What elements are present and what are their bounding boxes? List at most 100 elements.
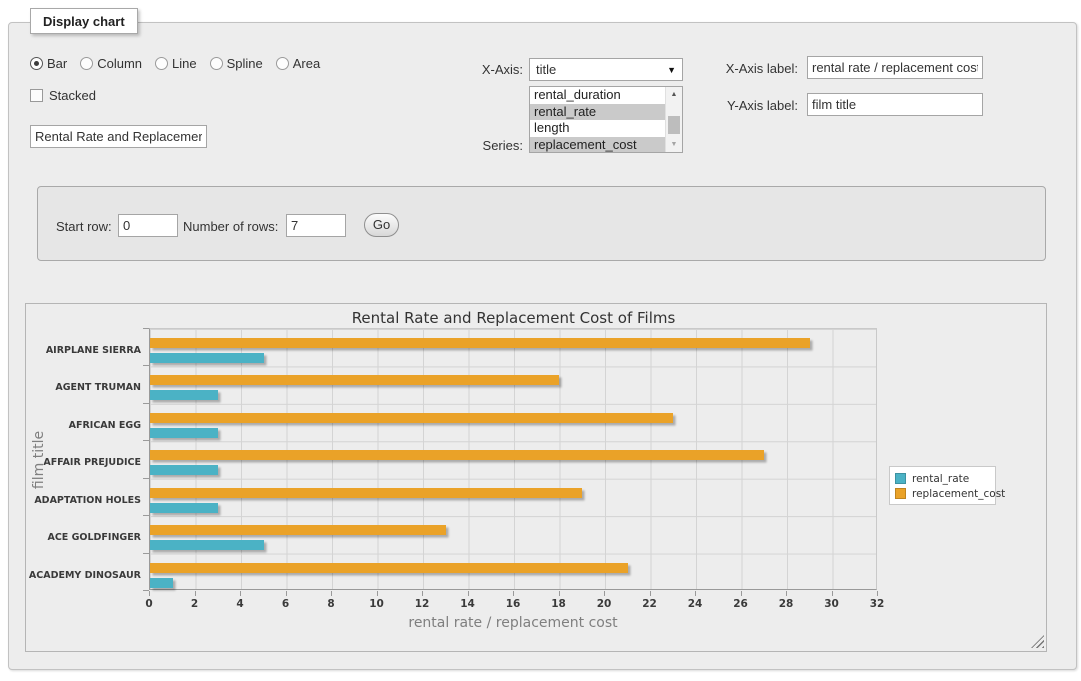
radio-icon[interactable] <box>155 57 168 70</box>
chart-type-option-spline[interactable]: Spline <box>210 56 263 71</box>
category-label: ADAPTATION HOLES <box>26 494 141 507</box>
plot-area <box>149 328 877 590</box>
category-label: AFFAIR PREJUDICE <box>26 456 141 469</box>
x-tick-mark <box>513 591 514 596</box>
number-of-rows-input[interactable] <box>286 214 346 237</box>
bar-rental_rate <box>150 465 218 475</box>
series-option-length[interactable]: length <box>530 120 666 137</box>
x-tick-mark <box>377 591 378 596</box>
bar-replacement_cost <box>150 525 446 535</box>
bar-rental_rate <box>150 390 218 400</box>
category-label: AFRICAN EGG <box>26 419 141 432</box>
x-axis-title: rental rate / replacement cost <box>149 615 877 631</box>
y-tick-mark <box>143 553 149 554</box>
series-option-rental_duration[interactable]: rental_duration <box>530 87 666 104</box>
x-tick-mark <box>422 591 423 596</box>
x-tick-label: 32 <box>857 598 897 610</box>
chart-title-input[interactable] <box>30 125 207 148</box>
bar-replacement_cost <box>150 375 559 385</box>
bar-rental_rate <box>150 503 218 513</box>
chart-type-label: Column <box>97 56 142 71</box>
x-tick-mark <box>741 591 742 596</box>
chart-type-option-bar[interactable]: Bar <box>30 56 67 71</box>
x-tick-label: 4 <box>220 598 260 610</box>
x-axis-select[interactable]: title ▼ <box>529 58 683 81</box>
x-tick-mark <box>286 591 287 596</box>
stacked-checkbox-row[interactable]: Stacked <box>30 88 96 103</box>
radio-icon[interactable] <box>210 57 223 70</box>
series-multiselect[interactable]: ▲ ▼ rental_durationrental_ratelengthrepl… <box>529 86 683 153</box>
scrollbar-thumb[interactable] <box>668 116 680 134</box>
chart-type-label: Bar <box>47 56 67 71</box>
chart-container: Rental Rate and Replacement Cost of Film… <box>25 303 1047 652</box>
go-button[interactable]: Go <box>364 213 399 237</box>
x-axis-label-input[interactable] <box>807 56 983 79</box>
legend-label: rental_rate <box>912 473 969 485</box>
y-tick-mark <box>143 478 149 479</box>
series-option-rental_rate[interactable]: rental_rate <box>530 104 666 121</box>
radio-icon[interactable] <box>30 57 43 70</box>
x-tick-label: 2 <box>175 598 215 610</box>
y-axis-label-field-label: Y-Axis label: <box>698 98 798 113</box>
chart-type-label: Line <box>172 56 197 71</box>
category-label: ACADEMY DINOSAUR <box>26 569 141 582</box>
start-row-input[interactable] <box>118 214 178 237</box>
x-tick-mark <box>468 591 469 596</box>
radio-icon[interactable] <box>80 57 93 70</box>
scroll-up-icon[interactable]: ▲ <box>666 87 682 102</box>
x-tick-mark <box>149 591 150 596</box>
legend-label: replacement_cost <box>912 488 1005 500</box>
x-tick-label: 22 <box>630 598 670 610</box>
x-tick-mark <box>832 591 833 596</box>
x-axis-label-field-label: X-Axis label: <box>698 61 798 76</box>
x-tick-label: 0 <box>129 598 169 610</box>
bar-rental_rate <box>150 428 218 438</box>
x-tick-label: 8 <box>311 598 351 610</box>
x-tick-mark <box>604 591 605 596</box>
display-chart-page: Display chart Bar Column Line Spline Area St… <box>0 0 1081 681</box>
legend-item: replacement_cost <box>895 486 991 501</box>
x-tick-mark <box>240 591 241 596</box>
x-tick-label: 30 <box>812 598 852 610</box>
x-tick-label: 28 <box>766 598 806 610</box>
bar-replacement_cost <box>150 563 628 573</box>
series-option-replacement_cost[interactable]: replacement_cost <box>530 137 666 154</box>
x-tick-mark <box>695 591 696 596</box>
category-label: AGENT TRUMAN <box>26 381 141 394</box>
category-label: AIRPLANE SIERRA <box>26 344 141 357</box>
radio-icon[interactable] <box>276 57 289 70</box>
bar-replacement_cost <box>150 413 673 423</box>
x-tick-label: 10 <box>357 598 397 610</box>
bar-replacement_cost <box>150 450 764 460</box>
stacked-checkbox[interactable] <box>30 89 43 102</box>
x-tick-label: 24 <box>675 598 715 610</box>
x-tick-mark <box>786 591 787 596</box>
y-tick-mark <box>143 515 149 516</box>
bar-replacement_cost <box>150 338 810 348</box>
bar-rental_rate <box>150 540 264 550</box>
chart-type-label: Spline <box>227 56 263 71</box>
series-scrollbar[interactable]: ▲ ▼ <box>665 87 682 152</box>
bar-replacement_cost <box>150 488 582 498</box>
chart-type-option-area[interactable]: Area <box>276 56 320 71</box>
legend-swatch-icon <box>895 488 906 499</box>
bar-rental_rate <box>150 578 173 588</box>
legend-swatch-icon <box>895 473 906 484</box>
x-tick-label: 6 <box>266 598 306 610</box>
x-tick-mark <box>650 591 651 596</box>
row-range-panel: Start row: Number of rows: Go <box>37 186 1046 261</box>
y-tick-mark <box>143 403 149 404</box>
resize-handle-icon[interactable] <box>1031 635 1044 648</box>
scroll-down-icon[interactable]: ▼ <box>666 137 682 152</box>
chart-type-option-line[interactable]: Line <box>155 56 197 71</box>
x-tick-label: 20 <box>584 598 624 610</box>
x-axis-select-label: X-Axis: <box>440 62 523 77</box>
y-axis-label-input[interactable] <box>807 93 983 116</box>
chart-type-option-column[interactable]: Column <box>80 56 142 71</box>
chart-title: Rental Rate and Replacement Cost of Film… <box>26 309 1001 327</box>
legend-item: rental_rate <box>895 471 991 486</box>
chart-type-radio-group: Bar Column Line Spline Area <box>30 56 320 71</box>
bar-rental_rate <box>150 353 264 363</box>
x-tick-label: 14 <box>448 598 488 610</box>
panel-title: Display chart <box>30 8 138 34</box>
